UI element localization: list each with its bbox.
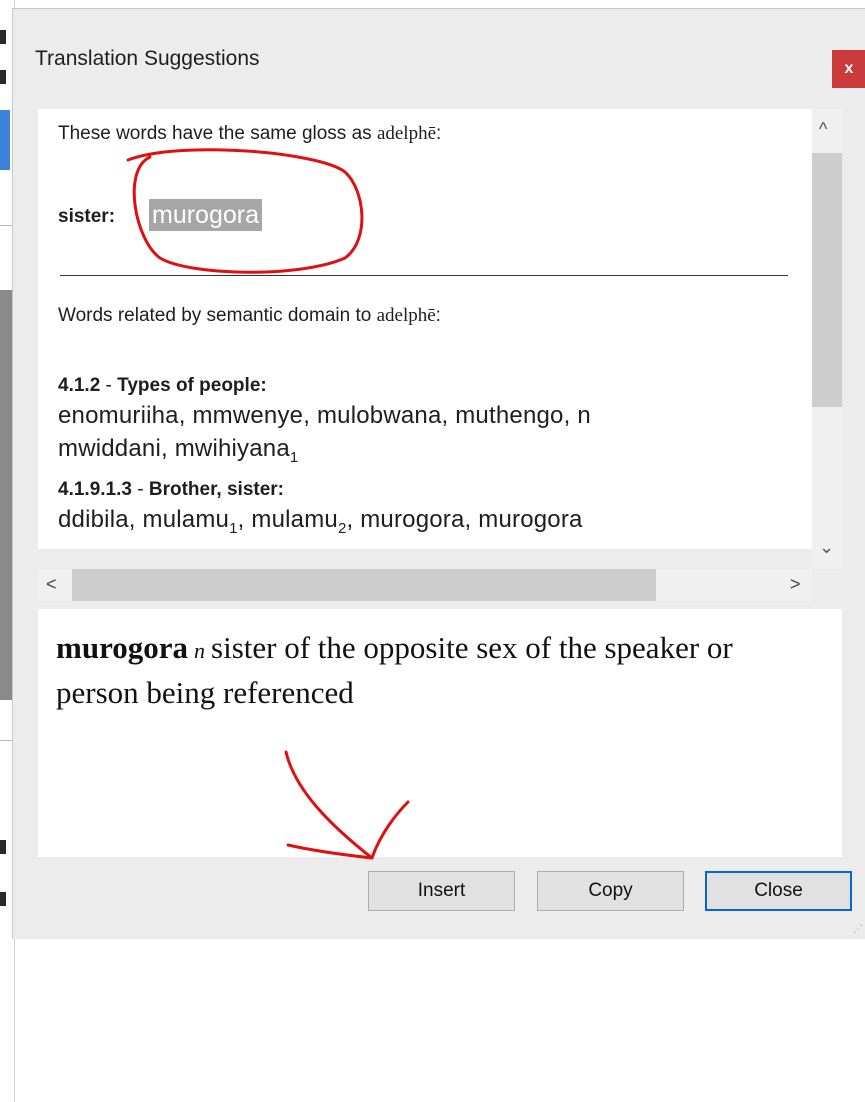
title-bar: Translation Suggestions x xyxy=(13,9,865,105)
horizontal-scroll-thumb[interactable] xyxy=(72,569,656,601)
definition-headword: murogora xyxy=(56,630,189,665)
domain-separator: - xyxy=(131,479,149,500)
scroll-up-icon[interactable]: ^ xyxy=(819,119,827,140)
domain-name: Brother, sister: xyxy=(148,479,284,500)
close-icon: x xyxy=(844,60,854,77)
background-mark xyxy=(0,30,6,44)
gloss-match-word[interactable]: murogora xyxy=(149,199,262,231)
domain-heading: 4.1.9.1.3 - Brother, sister: xyxy=(58,479,284,501)
gloss-intro-colon: : xyxy=(436,123,442,144)
horizontal-scrollbar[interactable]: < > xyxy=(38,569,812,601)
domain-word-list[interactable]: mwiddani, mwihiyana1 xyxy=(58,435,298,466)
domain-intro: Words related by semantic domain to adel… xyxy=(58,305,441,327)
close-window-button[interactable]: x xyxy=(832,50,865,88)
homograph-number: 1 xyxy=(289,448,299,466)
scroll-right-icon[interactable]: > xyxy=(790,574,801,595)
background-mark xyxy=(0,840,6,854)
domain-name: Types of people: xyxy=(117,375,267,396)
word-list-text: , mulamu xyxy=(237,506,338,533)
domain-source-word: adelphē xyxy=(376,305,436,326)
insert-button[interactable]: Insert xyxy=(368,871,515,911)
domain-code: 4.1.9.1.3 xyxy=(58,479,132,500)
word-list-text: mwiddani, mwihiyana xyxy=(58,435,290,462)
homograph-number: 1 xyxy=(229,519,238,537)
definition-panel: murogora n sister of the opposite sex of t… xyxy=(38,609,842,857)
section-divider xyxy=(60,275,788,276)
dialog-title: Translation Suggestions xyxy=(35,47,260,70)
gloss-label: sister: xyxy=(58,206,116,227)
resize-grip-icon[interactable]: ⋰ xyxy=(853,924,863,935)
word-list-text: , murogora, murogora xyxy=(346,506,583,533)
domain-intro-text: Words related by semantic domain to xyxy=(58,305,377,326)
definition-text: murogora n sister of the opposite sex of t… xyxy=(56,627,796,714)
background-blue-bar xyxy=(0,110,10,170)
scroll-left-icon[interactable]: < xyxy=(46,574,57,595)
background-mark xyxy=(0,70,6,84)
domain-separator: - xyxy=(100,375,118,396)
suggestions-panel[interactable]: These words have the same gloss as adelp… xyxy=(38,109,812,549)
domain-word-list[interactable]: enomuriiha, mmwenye, mulobwana, muthengo… xyxy=(58,402,591,430)
scroll-down-icon[interactable]: ⌄ xyxy=(819,537,834,558)
part-of-speech: n xyxy=(194,638,206,663)
domain-code: 4.1.2 xyxy=(58,375,101,396)
copy-button[interactable]: Copy xyxy=(537,871,684,911)
vertical-scrollbar[interactable]: ^ ⌄ xyxy=(812,109,842,569)
word-list-text: ddibila, mulamu xyxy=(58,506,230,533)
vertical-scroll-thumb[interactable] xyxy=(812,153,842,407)
translation-suggestions-dialog: Translation Suggestions x These words ha… xyxy=(12,8,865,939)
background-mark xyxy=(0,892,6,906)
domain-heading: 4.1.2 - Types of people: xyxy=(58,375,267,397)
gloss-intro-text: These words have the same gloss as xyxy=(58,123,377,144)
domain-intro-colon: : xyxy=(435,305,441,326)
gloss-source-word: adelphē xyxy=(376,123,437,144)
domain-word-list[interactable]: ddibila, mulamu1, mulamu2, murogora, mur… xyxy=(58,506,583,537)
gloss-intro: These words have the same gloss as adelp… xyxy=(58,123,441,145)
close-button[interactable]: Close xyxy=(705,871,852,911)
